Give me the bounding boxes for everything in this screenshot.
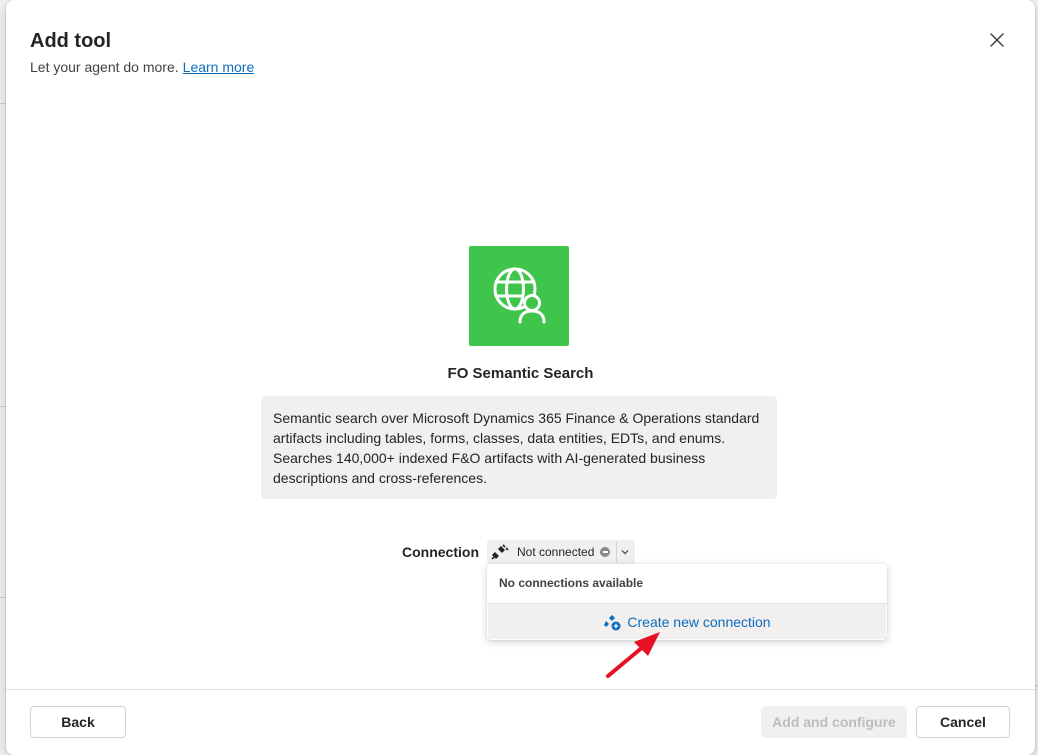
plug-disconnected-icon xyxy=(491,544,513,560)
select-separator xyxy=(616,542,618,562)
close-button[interactable] xyxy=(987,30,1007,50)
learn-more-link[interactable]: Learn more xyxy=(183,59,255,75)
chevron-down-icon xyxy=(620,547,630,557)
footer-divider xyxy=(6,689,1035,690)
connection-label: Connection xyxy=(402,544,479,560)
connection-select[interactable]: Not connected xyxy=(487,540,635,564)
tool-icon-tile xyxy=(469,246,569,346)
dialog-subtitle: Let your agent do more. Learn more xyxy=(30,59,254,75)
annotation-arrow-icon xyxy=(606,632,660,678)
back-button[interactable]: Back xyxy=(30,706,126,738)
tool-description: Semantic search over Microsoft Dynamics … xyxy=(261,396,777,499)
connection-dropdown: No connections available Create new conn… xyxy=(487,564,887,640)
cancel-button[interactable]: Cancel xyxy=(916,706,1010,738)
connection-status: Not connected xyxy=(517,545,595,559)
tool-name: FO Semantic Search xyxy=(447,365,594,382)
add-tool-dialog: Add tool Let your agent do more. Learn mo… xyxy=(6,0,1035,755)
add-and-configure-button[interactable]: Add and configure xyxy=(761,706,907,738)
subtitle-text: Let your agent do more. xyxy=(30,59,179,75)
create-new-connection-button[interactable]: Create new connection xyxy=(488,604,886,639)
dialog-title: Add tool xyxy=(30,30,112,52)
close-icon xyxy=(990,33,1004,47)
globe-person-icon xyxy=(493,267,546,324)
no-connections-text: No connections available xyxy=(499,576,644,590)
status-dot-icon xyxy=(600,547,611,557)
